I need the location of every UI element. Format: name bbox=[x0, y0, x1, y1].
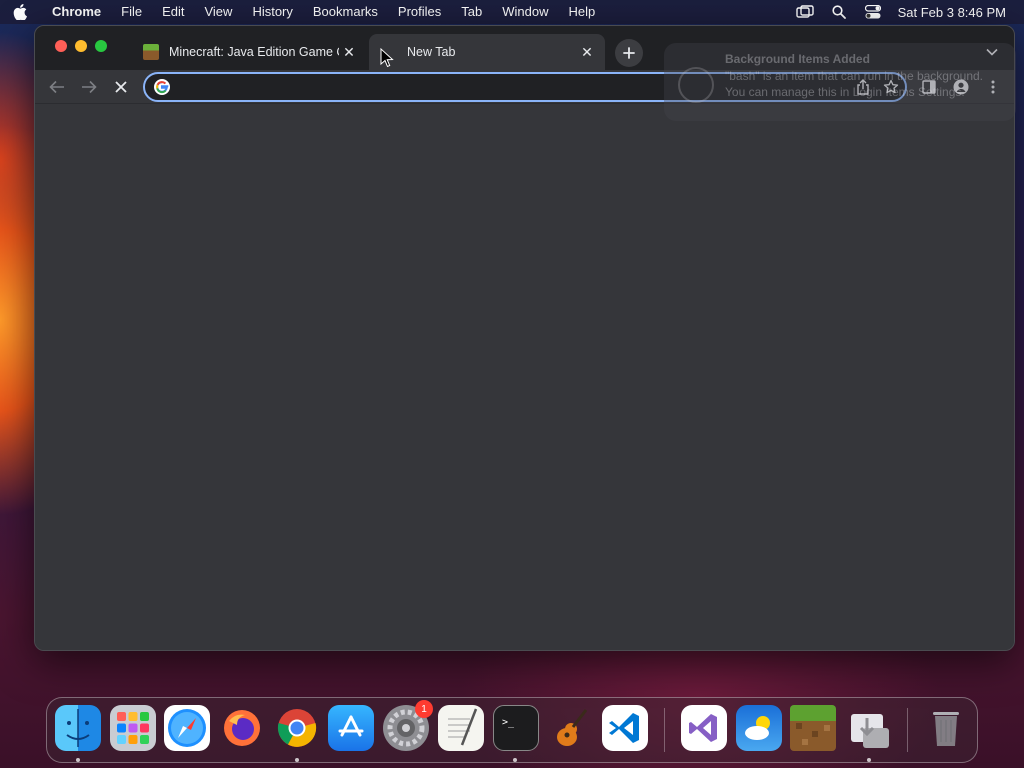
dock-launchpad-icon[interactable] bbox=[110, 705, 156, 751]
login-items-icon bbox=[678, 67, 714, 103]
menu-bar: Chrome File Edit View History Bookmarks … bbox=[0, 0, 1024, 24]
background-items-notification[interactable]: Background Items Added "bash" is an item… bbox=[664, 43, 1016, 121]
apple-menu-icon[interactable] bbox=[0, 4, 40, 20]
dock: 1 >_ bbox=[46, 697, 978, 763]
dock-downloads-icon[interactable] bbox=[846, 705, 892, 751]
dock-textedit-icon[interactable] bbox=[438, 705, 484, 751]
svg-text:>_: >_ bbox=[502, 717, 515, 728]
dock-finder-icon[interactable] bbox=[55, 705, 101, 751]
notification-title: Background Items Added bbox=[725, 52, 870, 66]
menu-file[interactable]: File bbox=[111, 0, 152, 24]
dock-running-indicator bbox=[76, 758, 80, 762]
dock-firefox-icon[interactable] bbox=[219, 705, 265, 751]
new-tab-button[interactable] bbox=[615, 39, 643, 67]
back-arrow-icon[interactable] bbox=[43, 73, 71, 101]
dock-minecraft-icon[interactable] bbox=[790, 705, 836, 751]
dock-running-indicator bbox=[513, 758, 517, 762]
google-icon bbox=[154, 79, 170, 95]
dock-visual-studio-icon[interactable] bbox=[681, 705, 727, 751]
window-zoom-button[interactable] bbox=[95, 40, 107, 52]
dock-trash-icon[interactable] bbox=[923, 705, 969, 751]
dock-app-store-icon[interactable] bbox=[328, 705, 374, 751]
tab-title: Minecraft: Java Edition Game C bbox=[169, 45, 339, 59]
window-minimize-button[interactable] bbox=[75, 40, 87, 52]
menu-history[interactable]: History bbox=[242, 0, 302, 24]
menu-bookmarks[interactable]: Bookmarks bbox=[303, 0, 388, 24]
menu-profiles[interactable]: Profiles bbox=[388, 0, 451, 24]
window-close-button[interactable] bbox=[55, 40, 67, 52]
tab-minecraft[interactable]: Minecraft: Java Edition Game C ✕ bbox=[131, 34, 367, 70]
dock-running-indicator bbox=[295, 758, 299, 762]
dock-weather-icon[interactable] bbox=[736, 705, 782, 751]
notification-body: "bash" is an item that can run in the ba… bbox=[725, 69, 984, 99]
dock-garageband-icon[interactable] bbox=[548, 705, 594, 751]
menubar-clock[interactable]: Sat Feb 3 8:46 PM bbox=[890, 5, 1024, 20]
dock-separator bbox=[664, 708, 665, 752]
page-content bbox=[35, 105, 1014, 650]
dock-vscode-icon[interactable] bbox=[602, 705, 648, 751]
dock-running-indicator bbox=[867, 758, 871, 762]
menu-app-name[interactable]: Chrome bbox=[40, 0, 111, 24]
menu-edit[interactable]: Edit bbox=[152, 0, 194, 24]
spotlight-search-icon[interactable] bbox=[822, 0, 856, 24]
control-center-icon[interactable] bbox=[856, 0, 890, 24]
stop-loading-icon[interactable] bbox=[107, 73, 135, 101]
tab-new-tab[interactable]: New Tab ✕ bbox=[369, 34, 605, 70]
menu-window[interactable]: Window bbox=[492, 0, 558, 24]
dock-separator bbox=[907, 708, 908, 752]
tab-close-icon[interactable]: ✕ bbox=[339, 42, 359, 62]
dock-chrome-icon[interactable] bbox=[274, 705, 320, 751]
tab-close-icon[interactable]: ✕ bbox=[577, 42, 597, 62]
tab-title: New Tab bbox=[407, 45, 456, 59]
mouse-pointer-icon bbox=[380, 48, 394, 68]
screen-mirroring-icon[interactable] bbox=[788, 0, 822, 24]
minecraft-favicon-icon bbox=[143, 44, 159, 60]
menu-view[interactable]: View bbox=[194, 0, 242, 24]
dock-safari-icon[interactable] bbox=[164, 705, 210, 751]
forward-arrow-icon[interactable] bbox=[75, 73, 103, 101]
dock-terminal-icon[interactable]: >_ bbox=[493, 705, 539, 751]
settings-badge: 1 bbox=[415, 700, 433, 718]
menu-tab[interactable]: Tab bbox=[451, 0, 492, 24]
menu-help[interactable]: Help bbox=[559, 0, 606, 24]
